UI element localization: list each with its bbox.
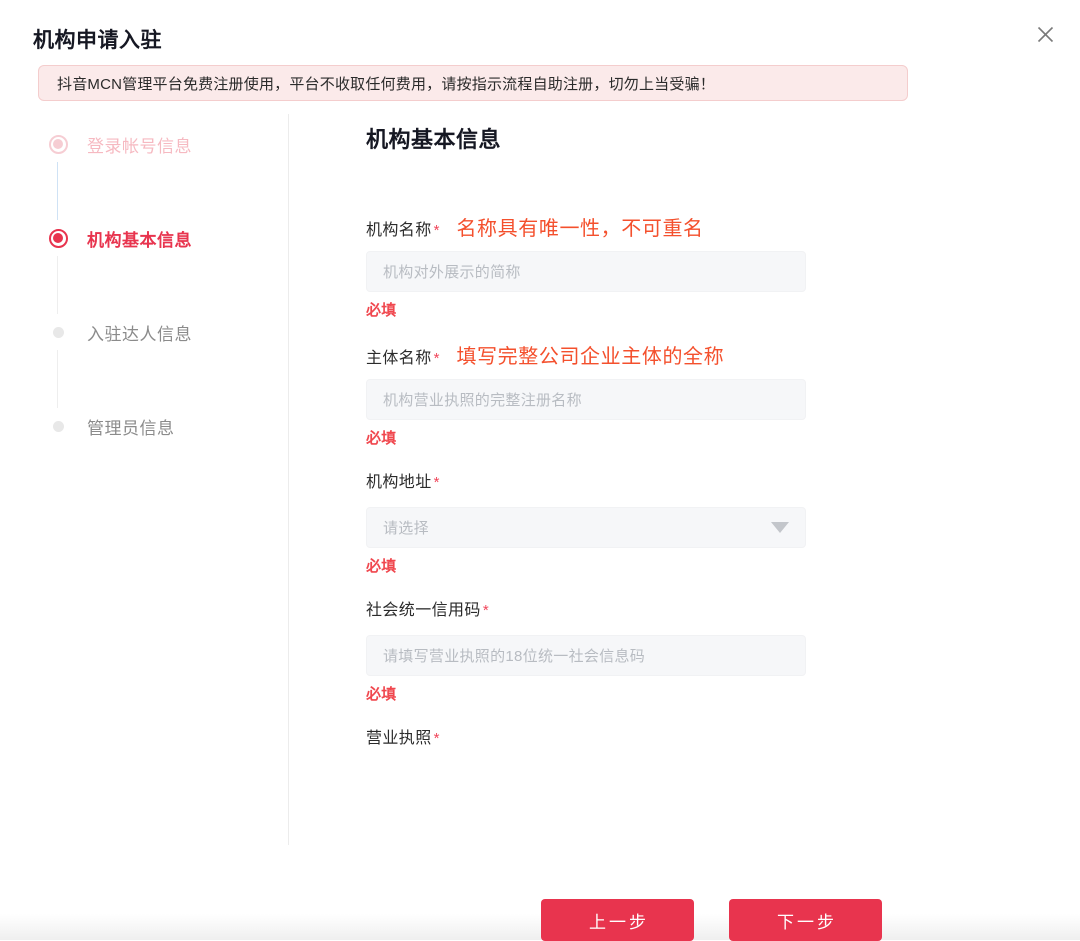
org-address-select[interactable]: 请选择 <box>366 507 806 548</box>
sidebar-step-creator-info[interactable]: 入驻达人信息 <box>44 314 274 350</box>
input-placeholder: 机构营业执照的完整注册名称 <box>383 392 582 409</box>
footer-shadow <box>0 914 1080 940</box>
select-placeholder: 请选择 <box>383 520 429 537</box>
step-marker-current-icon <box>44 228 72 248</box>
form-heading: 机构基本信息 <box>366 127 502 152</box>
field-label-row: 机构名称 * 名称具有唯一性，不可重名 <box>366 212 966 240</box>
footer-buttons: 上一步 下一步 <box>541 899 882 941</box>
footer: 上一步 下一步 <box>0 845 1080 941</box>
notice-banner-text: 抖音MCN管理平台免费注册使用，平台不收取任何费用，请按指示流程自助注册，切勿上… <box>57 75 715 93</box>
field-error: 必填 <box>366 686 397 703</box>
field-org-name: 机构名称 * 名称具有唯一性，不可重名 机构对外展示的简称 必填 <box>366 212 966 320</box>
field-hint: 名称具有唯一性，不可重名 <box>456 218 704 240</box>
field-org-address: 机构地址 * 请选择 必填 <box>366 468 966 576</box>
vertical-divider <box>288 114 289 845</box>
required-asterisk: * <box>482 602 489 619</box>
step-marker-pending-icon <box>44 420 72 432</box>
close-icon[interactable] <box>1031 20 1059 48</box>
field-label-row: 机构地址 * <box>366 468 966 491</box>
field-error: 必填 <box>366 558 397 575</box>
sidebar-step-login-account[interactable]: 登录帐号信息 <box>44 126 274 162</box>
steps-sidebar: 登录帐号信息 机构基本信息 入驻达人信息 管理员信息 <box>44 126 274 444</box>
step-label: 机构基本信息 <box>87 230 192 250</box>
field-error: 必填 <box>366 302 397 319</box>
entity-name-input[interactable]: 机构营业执照的完整注册名称 <box>366 379 806 420</box>
field-label: 营业执照 <box>366 730 432 747</box>
input-placeholder: 请填写营业执照的18位统一社会信息码 <box>383 648 646 665</box>
notice-banner: 抖音MCN管理平台免费注册使用，平台不收取任何费用，请按指示流程自助注册，切勿上… <box>38 65 908 101</box>
field-label: 机构名称 <box>366 222 432 239</box>
sidebar-step-org-basic-info[interactable]: 机构基本信息 <box>44 220 274 256</box>
input-placeholder: 机构对外展示的简称 <box>383 264 521 281</box>
field-error: 必填 <box>366 430 397 447</box>
required-asterisk: * <box>433 350 440 367</box>
chevron-down-icon <box>771 522 789 533</box>
sidebar-step-admin-info[interactable]: 管理员信息 <box>44 408 274 444</box>
field-credit-code: 社会统一信用码 * 请填写营业执照的18位统一社会信息码 必填 <box>366 596 966 704</box>
step-label: 登录帐号信息 <box>87 136 192 156</box>
step-marker-done-icon <box>44 134 72 154</box>
org-name-input[interactable]: 机构对外展示的简称 <box>366 251 806 292</box>
next-step-button[interactable]: 下一步 <box>729 899 882 941</box>
credit-code-input[interactable]: 请填写营业执照的18位统一社会信息码 <box>366 635 806 676</box>
step-label: 管理员信息 <box>87 418 175 438</box>
field-label: 社会统一信用码 <box>366 602 481 619</box>
field-hint: 填写完整公司企业主体的全称 <box>456 346 725 368</box>
field-label-row: 社会统一信用码 * <box>366 596 966 619</box>
step-connector <box>57 350 58 408</box>
field-business-license: 营业执照 * <box>366 724 966 747</box>
required-asterisk: * <box>433 730 440 747</box>
page-title: 机构申请入驻 <box>33 29 162 52</box>
field-label: 机构地址 <box>366 474 432 491</box>
form-panel: 机构基本信息 机构名称 * 名称具有唯一性，不可重名 机构对外展示的简称 必填 … <box>366 122 966 766</box>
field-label: 主体名称 <box>366 350 432 367</box>
field-label-row: 营业执照 * <box>366 724 966 747</box>
step-marker-pending-icon <box>44 326 72 338</box>
step-connector <box>57 162 58 220</box>
step-label: 入驻达人信息 <box>87 324 192 344</box>
prev-step-button[interactable]: 上一步 <box>541 899 694 941</box>
required-asterisk: * <box>433 222 440 239</box>
required-asterisk: * <box>433 474 440 491</box>
field-label-row: 主体名称 * 填写完整公司企业主体的全称 <box>366 340 966 368</box>
step-connector <box>57 256 58 314</box>
field-entity-name: 主体名称 * 填写完整公司企业主体的全称 机构营业执照的完整注册名称 必填 <box>366 340 966 448</box>
